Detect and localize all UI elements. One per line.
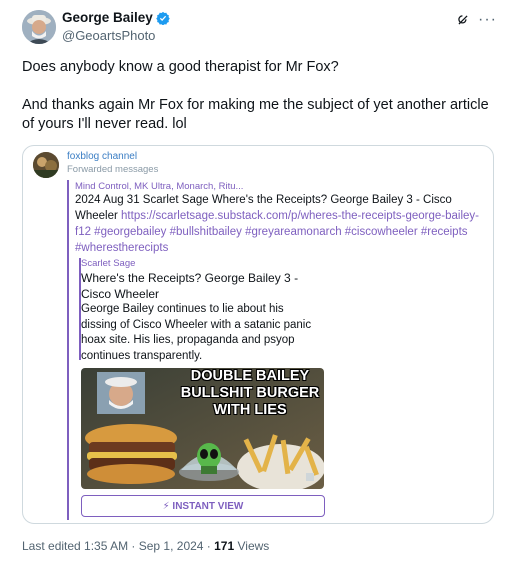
author-handle[interactable]: @GeoartsPhoto [62,28,155,43]
tweet-meta: Last edited 1:35 AM · Sep 1, 2024 · 171 … [22,539,269,553]
tweet: George Bailey @GeoartsPhoto ··· Does any… [0,0,510,561]
views-count: 171 [214,539,235,553]
inner-title[interactable]: Where's the Receipts? George Bailey 3 - … [81,270,321,302]
verified-badge-icon [156,11,170,25]
inner-source[interactable]: Scarlet Sage [81,258,135,269]
forward-source[interactable]: Mind Control, MK Ultra, Monarch, Ritu... [75,181,243,192]
author-name-row: George Bailey [62,10,170,25]
tweet-text-line1: Does anybody know a good therapist for M… [22,59,339,75]
grok-icon[interactable] [456,13,470,27]
instant-view-button[interactable]: ⚡ INSTANT VIEW [81,495,325,517]
edited-timestamp[interactable]: Last edited 1:35 AM · Sep 1, 2024 · [22,539,214,553]
tweet-text-line2: And thanks again Mr Fox for making me th… [22,97,489,132]
author-name[interactable]: George Bailey [62,10,153,25]
quote-bar [67,180,69,520]
link-preview-card[interactable]: foxblog channel Forwarded messages Mind … [22,145,494,524]
preview-image[interactable]: DOUBLE BAILEY BULLSHIT BURGER WITH LIES [81,368,324,489]
forward-text: 2024 Aug 31 Scarlet Sage Where's the Rec… [75,192,485,256]
avatar[interactable] [22,10,56,44]
channel-name[interactable]: foxblog channel [67,151,137,162]
forward-link[interactable]: https://scarletsage.substack.com/p/where… [75,210,479,254]
inner-body: George Bailey continues to lie about his… [81,303,312,362]
channel-avatar [33,152,59,178]
channel-subtitle: Forwarded messages [67,164,159,175]
preview-image-caption: DOUBLE BAILEY BULLSHIT BURGER WITH LIES [180,368,320,418]
tweet-text: Does anybody know a good therapist for M… [22,58,494,134]
more-options-icon[interactable]: ··· [478,11,497,29]
views-label: Views [234,539,270,553]
